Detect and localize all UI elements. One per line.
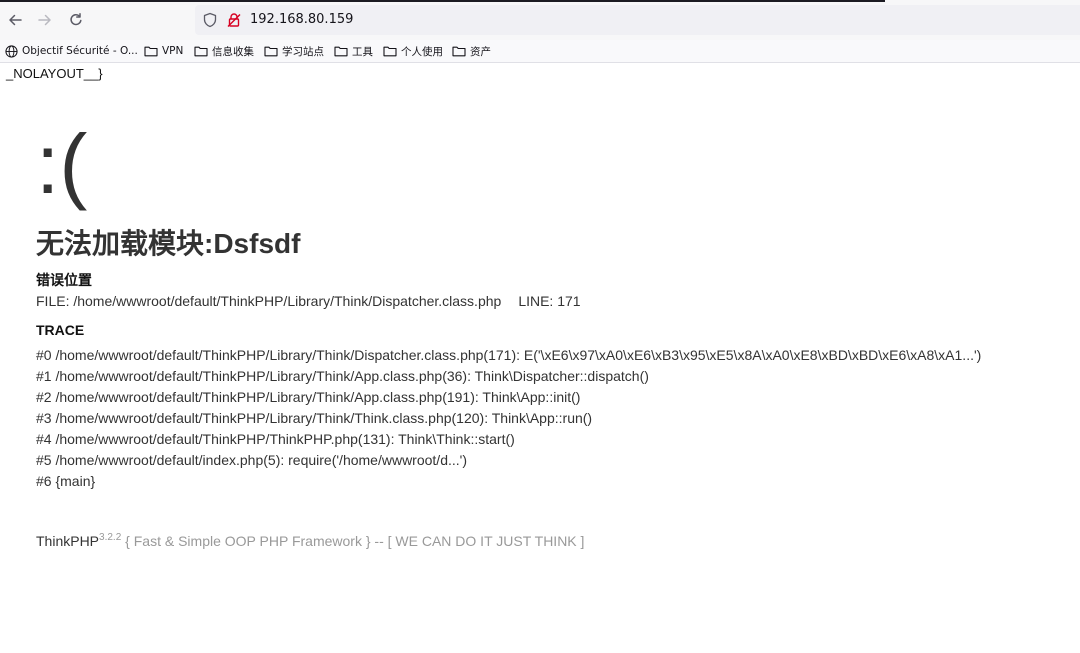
error-title: 无法加载模块:Dsfsdf [36,228,301,259]
trace-item: #3 /home/wwwroot/default/ThinkPHP/Librar… [36,410,593,426]
bookmarks-bar: Objectif Sécurité - O... VPN 信息收集 学习站点 工… [0,40,1080,63]
trace-item: #2 /home/wwwroot/default/ThinkPHP/Librar… [36,389,581,405]
bookmark-objectif-securite[interactable]: Objectif Sécurité - O... [5,43,138,59]
arrow-left-icon [9,14,22,26]
trace-heading: TRACE [36,322,85,338]
trace-item: #1 /home/wwwroot/default/ThinkPHP/Librar… [36,368,649,384]
reload-icon [70,13,82,26]
folder-icon [194,46,208,57]
bookmark-label: 资产 [470,45,491,58]
trace-item: #5 /home/wwwroot/default/index.php(5): r… [36,452,467,468]
bookmark-folder-info-gathering[interactable]: 信息收集 [194,43,254,59]
line-number: LINE: 171 [518,293,581,309]
url-text[interactable]: 192.168.80.159 [250,12,353,27]
arrow-right-icon [38,14,51,26]
bookmark-folder-personal[interactable]: 个人使用 [383,43,443,59]
globe-icon [5,44,18,58]
reload-button[interactable] [64,8,88,32]
bookmark-folder-vpn[interactable]: VPN [144,43,183,59]
folder-icon [452,46,466,57]
nolayout-text: _NOLAYOUT__} [6,66,103,81]
trace-item: #4 /home/wwwroot/default/ThinkPHP/ThinkP… [36,431,515,447]
bookmark-folder-study-sites[interactable]: 学习站点 [264,43,324,59]
bookmark-folder-tools[interactable]: 工具 [334,43,373,59]
forward-button[interactable] [33,8,57,32]
trace-list: #0 /home/wwwroot/default/ThinkPHP/Librar… [36,345,981,492]
shield-icon [203,12,217,28]
file-line: FILE: /home/wwwroot/default/ThinkPHP/Lib… [36,293,581,309]
bookmark-label: 信息收集 [212,45,254,58]
sad-face: :( [36,117,88,211]
bookmark-label: Objectif Sécurité - O... [22,45,138,57]
bookmark-label: 个人使用 [401,45,443,58]
bookmark-folder-assets[interactable]: 资产 [452,43,491,59]
bookmark-label: VPN [162,45,184,57]
framework-brand: ThinkPHP [36,533,100,549]
framework-tagline: { Fast & Simple OOP PHP Framework } -- [… [121,533,585,549]
address-bar[interactable]: 192.168.80.159 [195,5,1080,35]
folder-icon [144,46,158,57]
error-location-heading: 错误位置 [36,272,92,288]
browser-toolbar: 192.168.80.159 [0,0,1080,40]
bookmark-label: 工具 [352,45,373,58]
window-top-edge [0,0,885,2]
folder-icon [334,46,348,57]
folder-icon [264,46,278,57]
framework-footer: ThinkPHP3.2.2 { Fast & Simple OOP PHP Fr… [36,532,584,549]
folder-icon [383,46,397,57]
framework-version: 3.2.2 [99,532,122,543]
file-path: FILE: /home/wwwroot/default/ThinkPHP/Lib… [36,293,502,309]
bookmark-label: 学习站点 [282,45,324,58]
trace-item: #0 /home/wwwroot/default/ThinkPHP/Librar… [36,347,982,363]
insecure-lock-icon[interactable] [226,12,242,28]
trace-item: #6 {main} [36,473,96,489]
back-button[interactable] [3,8,27,32]
